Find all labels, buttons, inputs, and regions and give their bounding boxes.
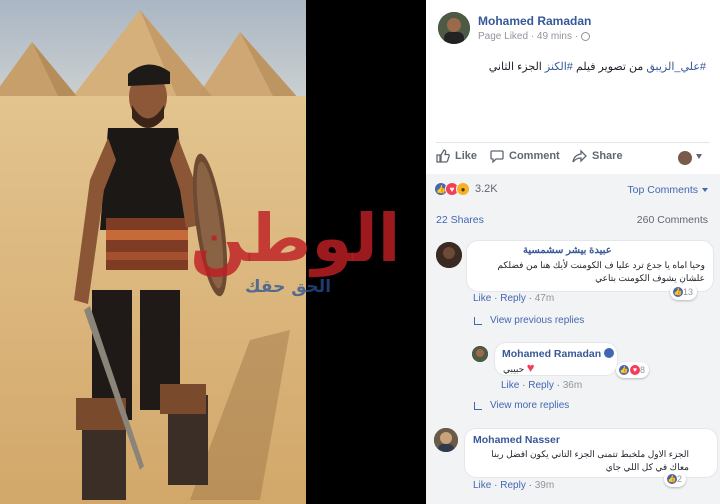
caret-down-icon — [702, 188, 708, 192]
post-meta: Page Liked · 49 mins · — [478, 31, 591, 42]
watermark-logo: الوطن — [190, 200, 401, 277]
comment-reply-link[interactable]: Reply — [500, 480, 526, 491]
post-panel: Mohamed Ramadan Page Liked · 49 mins · #… — [426, 0, 720, 504]
hashtag-elkenz[interactable]: #الكنز — [545, 61, 573, 73]
reply-bubble: Mohamed Ramadan ♥ حبيبي — [494, 342, 618, 376]
action-bar: Like Comment Share — [426, 143, 720, 171]
view-more-replies[interactable]: View more replies — [474, 400, 569, 411]
comment-like-link[interactable]: Like — [473, 480, 491, 491]
share-button[interactable]: Share — [572, 149, 623, 163]
globe-icon[interactable] — [581, 32, 591, 41]
reply-text-value: حبيبي — [503, 364, 525, 374]
shares-link[interactable]: 22 Shares — [436, 214, 484, 226]
comment-like-link[interactable]: Like — [473, 293, 491, 304]
post-text-middle: من تصوير فيلم — [572, 61, 647, 73]
watermark-slogan: الحق حقك — [245, 277, 332, 297]
comment-text-line1: الجزء الاول ملخبط تتمنى الجزء التاني يكو… — [491, 449, 689, 459]
share-icon — [572, 149, 587, 163]
post-header: Mohamed Ramadan Page Liked · 49 mins · — [426, 0, 720, 60]
comment-actions: Like · Reply · 47m — [473, 293, 555, 304]
view-previous-replies[interactable]: View previous replies — [474, 315, 584, 326]
commenter-avatar[interactable] — [434, 428, 458, 452]
like-button[interactable]: Like — [436, 149, 477, 163]
commenter-avatar[interactable] — [436, 242, 462, 268]
verified-icon — [604, 348, 615, 358]
comment-time[interactable]: 47m — [535, 293, 554, 304]
reply-author-name[interactable]: Mohamed Ramadan — [502, 348, 615, 360]
commenter-name[interactable]: Mohamed Nasser — [473, 434, 560, 446]
view-previous-replies-label: View previous replies — [490, 315, 585, 326]
comment-reactions[interactable]: 👍 13 — [670, 284, 698, 300]
reaction-wow-icon: ● — [456, 182, 470, 196]
comments-count[interactable]: 260 Comments — [637, 214, 708, 226]
view-more-replies-label: View more replies — [490, 400, 570, 411]
hashtag-ali-elzeibak[interactable]: #علي_الزيبق — [646, 61, 706, 73]
comment-button[interactable]: Comment — [490, 149, 560, 163]
reply-reply-link[interactable]: Reply — [528, 380, 554, 391]
like-label: Like — [455, 150, 478, 162]
author-name[interactable]: Mohamed Ramadan — [478, 14, 591, 28]
commenter-avatar[interactable] — [472, 346, 488, 362]
reactions-summary[interactable]: 👍 ♥ ● 3.2K — [434, 182, 498, 196]
caret-down-icon[interactable] — [696, 154, 702, 159]
reply-reactions[interactable]: 👍 ♥ 8 — [616, 362, 650, 378]
reply-arrow-icon — [474, 401, 482, 410]
commenter-name[interactable]: عبيدة بيشر سشمسية — [523, 245, 612, 256]
comment-time[interactable]: 39m — [535, 480, 554, 491]
top-comments-dropdown[interactable]: Top Comments — [627, 184, 708, 196]
reaction-count: 3.2K — [475, 183, 498, 195]
heart-emoji: ♥ — [526, 360, 535, 375]
post-meta-text: Page Liked · 49 mins · — [478, 31, 579, 42]
post-text-end: الجزء الثاني — [488, 61, 545, 73]
post-text: #علي_الزيبق من تصوير فيلم #الكنز الجزء ا… — [489, 60, 706, 73]
share-label: Share — [592, 150, 623, 162]
reply-author-name-text: Mohamed Ramadan — [502, 348, 602, 360]
comment-actions: Like · Reply · 39m — [473, 480, 555, 491]
top-comments-label: Top Comments — [627, 184, 698, 196]
like-icon — [436, 149, 450, 163]
reply-actions: Like · Reply · 36m — [501, 380, 583, 391]
comments-list: عبيدة بيشر سشمسية وحيا اماه يا جدع ترد ع… — [426, 232, 720, 504]
comment-reply-link[interactable]: Reply — [500, 293, 526, 304]
comment-reaction-count: 2 — [677, 474, 683, 484]
comment-reaction-count: 13 — [683, 287, 694, 297]
reply-text: ♥ حبيبي — [503, 361, 534, 376]
comment-reactions[interactable]: 👍 2 — [664, 471, 687, 487]
post-as-avatar[interactable] — [678, 151, 692, 165]
author-avatar[interactable] — [438, 12, 470, 44]
comment-text-line1: وحيا اماه يا جدع ترد عليا ف الكومنت لأيك… — [497, 260, 705, 270]
reply-like-link[interactable]: Like — [501, 380, 519, 391]
reply-reaction-count: 8 — [640, 365, 646, 375]
comment-label: Comment — [509, 150, 560, 162]
reply-time[interactable]: 36m — [563, 380, 582, 391]
reply-arrow-icon — [474, 316, 482, 325]
comment-icon — [490, 150, 504, 163]
